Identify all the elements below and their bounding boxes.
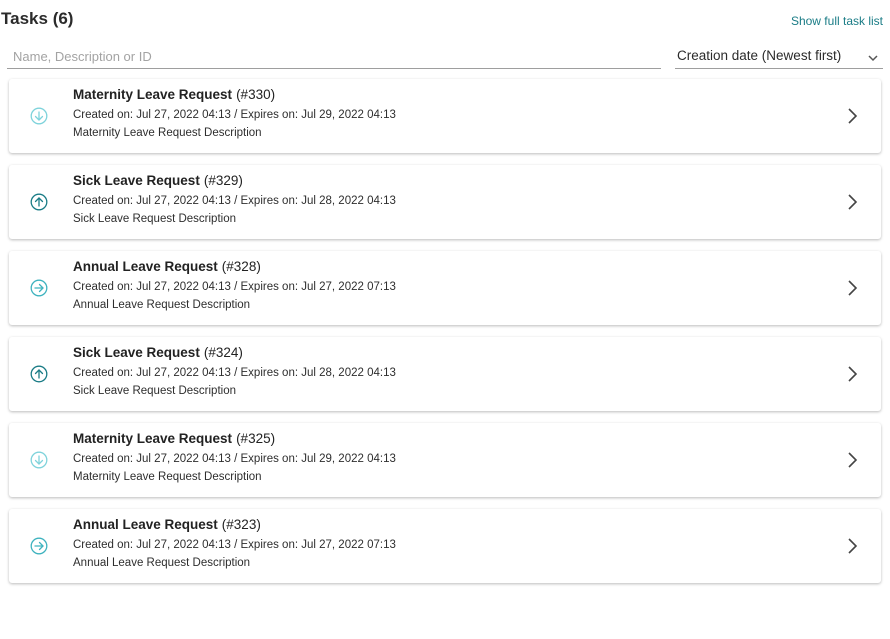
chevron-right-icon[interactable] (845, 365, 859, 383)
task-description: Maternity Leave Request Description (73, 127, 262, 139)
task-id: (#324) (203, 345, 243, 360)
task-id: (#330) (236, 87, 276, 102)
task-count: (6) (52, 9, 74, 28)
task-description: Annual Leave Request Description (73, 299, 251, 311)
task-id: (#325) (236, 431, 276, 446)
arrow-up-circle-icon (30, 365, 48, 383)
search-input[interactable] (7, 44, 661, 68)
task-dates: Created on: Jul 27, 2022 04:13 / Expires… (73, 539, 396, 551)
arrow-down-circle-icon (30, 451, 48, 469)
task-title: Maternity Leave Request (#330) (73, 87, 275, 102)
task-title: Annual Leave Request (#328) (73, 259, 261, 274)
header: Tasks (6) Show full task list (0, 8, 890, 32)
task-title: Annual Leave Request (#323) (73, 517, 261, 532)
task-title: Maternity Leave Request (#325) (73, 431, 275, 446)
arrow-right-circle-icon (30, 279, 48, 297)
task-name: Maternity Leave Request (73, 87, 233, 102)
chevron-right-icon[interactable] (845, 279, 859, 297)
task-dates: Created on: Jul 27, 2022 04:13 / Expires… (73, 367, 396, 379)
task-dates: Created on: Jul 27, 2022 04:13 / Expires… (73, 453, 396, 465)
page-title-label: Tasks (1, 9, 48, 28)
task-dates: Created on: Jul 27, 2022 04:13 / Expires… (73, 109, 396, 121)
task-dates: Created on: Jul 27, 2022 04:13 / Expires… (73, 281, 396, 293)
task-id: (#323) (221, 517, 261, 532)
task-id: (#328) (221, 259, 261, 274)
chevron-down-icon (868, 55, 878, 62)
arrow-right-circle-icon (30, 537, 48, 555)
task-description: Annual Leave Request Description (73, 557, 251, 569)
arrow-down-circle-icon (30, 107, 48, 125)
search-field (7, 44, 661, 69)
page-title: Tasks (6) (1, 9, 73, 29)
task-id: (#329) (203, 173, 243, 188)
task-card[interactable]: Annual Leave Request (#323) Created on: Ju… (9, 509, 881, 583)
chevron-right-icon[interactable] (845, 193, 859, 211)
task-name: Maternity Leave Request (73, 431, 233, 446)
task-name: Sick Leave Request (73, 173, 200, 188)
task-description: Sick Leave Request Description (73, 213, 236, 225)
chevron-right-icon[interactable] (845, 537, 859, 555)
task-dates: Created on: Jul 27, 2022 04:13 / Expires… (73, 195, 396, 207)
show-full-task-list-link[interactable]: Show full task list (791, 14, 883, 28)
task-name: Sick Leave Request (73, 345, 200, 360)
arrow-up-circle-icon (30, 193, 48, 211)
chevron-right-icon[interactable] (845, 451, 859, 469)
task-name: Annual Leave Request (73, 517, 218, 532)
task-description: Sick Leave Request Description (73, 385, 236, 397)
chevron-right-icon[interactable] (845, 107, 859, 125)
task-description: Maternity Leave Request Description (73, 471, 262, 483)
task-name: Annual Leave Request (73, 259, 218, 274)
task-card[interactable]: Sick Leave Request (#324) Created on: Jul … (9, 337, 881, 411)
task-card[interactable]: Sick Leave Request (#329) Created on: Jul … (9, 165, 881, 239)
task-card[interactable]: Maternity Leave Request (#325) Created on:… (9, 423, 881, 497)
task-card[interactable]: Maternity Leave Request (#330) Created on:… (9, 79, 881, 153)
sort-select[interactable]: Creation date (Newest first) (675, 44, 883, 69)
sort-selected-value: Creation date (Newest first) (677, 48, 842, 63)
task-title: Sick Leave Request (#324) (73, 345, 243, 360)
task-card[interactable]: Annual Leave Request (#328) Created on: Ju… (9, 251, 881, 325)
task-title: Sick Leave Request (#329) (73, 173, 243, 188)
